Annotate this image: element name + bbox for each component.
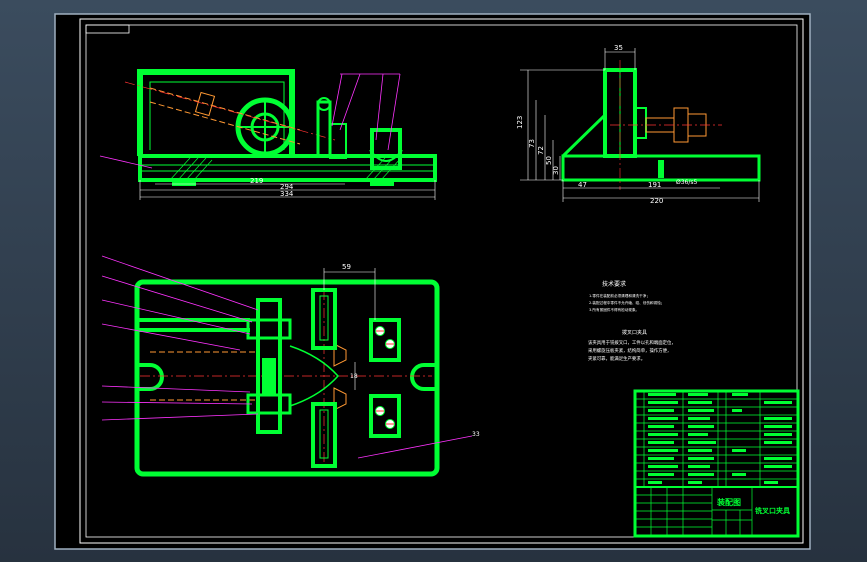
side-dim-47: 47 xyxy=(578,181,587,189)
title-drawing-type: 装配图 xyxy=(716,497,741,507)
notes-line-3: 3.所有紧固件不得有松动现象。 xyxy=(589,307,639,312)
side-dim-220: 220 xyxy=(650,197,663,205)
side-dim-35: 35 xyxy=(614,44,623,52)
side-dim-72: 72 xyxy=(537,146,545,155)
plan-dim-59: 59 xyxy=(342,263,351,271)
side-dim-123: 123 xyxy=(516,116,524,129)
notes-desc-3: 夹紧可靠，能满足生产要求。 xyxy=(588,355,645,362)
notes-part-title: 拨叉口夹具 xyxy=(622,329,647,336)
side-dim-50: 50 xyxy=(545,156,553,165)
drawing-canvas: 219 294 334 35 123 73 72 50 30 47 191 Ø3… xyxy=(54,13,811,550)
notes-desc-2: 采用螺旋压板夹紧，结构简单，操作方便， xyxy=(588,347,671,354)
plan-balloon-33: 33 xyxy=(472,431,480,438)
cad-viewport[interactable]: 219 294 334 35 123 73 72 50 30 47 191 Ø3… xyxy=(0,0,867,562)
side-dim-191: 191 xyxy=(648,181,661,189)
notes-line-1: 1.零件在装配前必须清理和清洗干净； xyxy=(589,293,650,298)
front-foot-right xyxy=(370,178,394,186)
notes-line-2: 2.装配过程中零件不允许磕、碰、划伤和锈蚀； xyxy=(589,300,664,305)
notes-heading: 技术要求 xyxy=(602,280,626,288)
notes-desc-1: 该夹具用于铣拨叉口，工件以孔和端面定位， xyxy=(588,339,676,346)
side-dim-30: 30 xyxy=(552,166,560,175)
plan-dim-18: 18 xyxy=(350,373,358,380)
side-dim-phi: Ø36/s5 xyxy=(676,179,698,186)
side-bolt xyxy=(658,160,664,178)
title-drawing-name: 铣叉口夹具 xyxy=(754,506,790,515)
front-foot-left xyxy=(172,178,196,186)
side-dim-73: 73 xyxy=(528,139,536,148)
front-dim-219: 219 xyxy=(250,177,263,185)
front-dim-334: 334 xyxy=(280,190,294,198)
